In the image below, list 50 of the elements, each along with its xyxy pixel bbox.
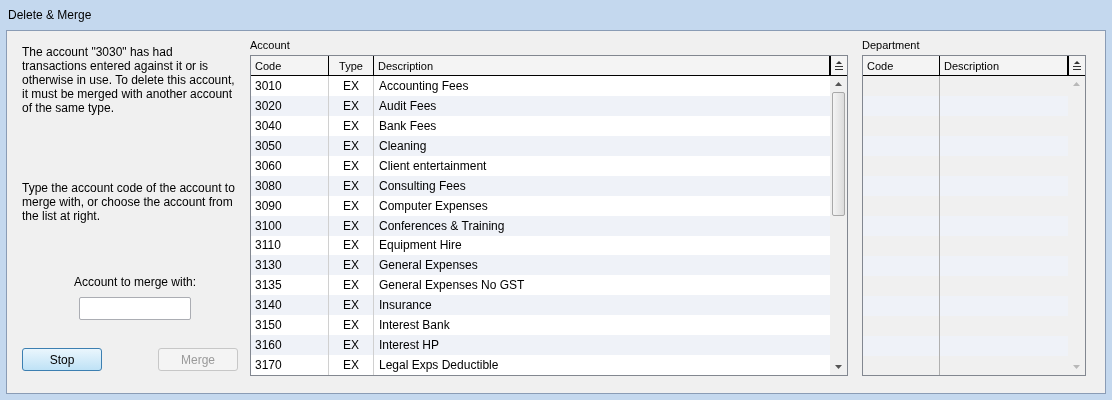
merge-field-label: Account to merge with: [73, 274, 197, 291]
table-cell: 3010 [251, 76, 329, 96]
column-chooser-icon [835, 61, 843, 70]
table-cell-text: General Expenses No GST [378, 277, 526, 295]
window-title: Delete & Merge [7, 7, 93, 24]
department-table-title: Department [862, 38, 921, 53]
table-cell: EX [329, 155, 374, 176]
table-cell-text: Equipment Hire [378, 237, 463, 255]
table-cell: 3050 [251, 135, 329, 156]
stop-button[interactable]: Stop [22, 348, 102, 371]
account-table-title: Account [250, 38, 291, 53]
table-cell-text: Interest Bank [378, 317, 451, 335]
table-cell-text: Cleaning [378, 137, 428, 155]
table-cell-text: Computer Expenses [378, 197, 489, 215]
table-cell: 3020 [251, 95, 329, 116]
table-cell-text: Bank Fees [378, 117, 438, 135]
column-header[interactable]: Code [863, 56, 940, 75]
table-cell-text: Insurance [378, 297, 433, 315]
scrollbar[interactable] [830, 76, 847, 375]
table-cell: 3080 [251, 175, 329, 196]
column-header[interactable]: Type [329, 56, 374, 75]
table-cell: EX [329, 195, 374, 216]
table-cell-text: Audit Fees [378, 97, 438, 115]
table-cell-text: General Expenses [378, 257, 479, 275]
column-chooser-icon [1073, 61, 1081, 70]
table-cell-text: Accounting Fees [378, 77, 470, 95]
merge-instruction: Type the account code of the account to merge with, or choose the account from the list at right. [22, 181, 236, 223]
table-cell: EX [329, 115, 374, 136]
table-cell: EX [329, 135, 374, 156]
table-cell: 3040 [251, 115, 329, 136]
table-cell: 3090 [251, 195, 329, 216]
scroll-down-icon[interactable] [835, 365, 842, 369]
table-cell-text: Conferences & Training [378, 217, 506, 235]
table-cell-text: Interest HP [378, 337, 441, 355]
table-cell: 3060 [251, 155, 329, 176]
scroll-thumb[interactable] [832, 92, 845, 216]
table-cell-text: Legal Exps Deductible [378, 357, 500, 375]
table-cell: EX [329, 215, 374, 236]
table-cell-text: Client entertainment [378, 157, 488, 175]
merge-account-field[interactable] [79, 297, 191, 320]
table-cell-text: Consulting Fees [378, 177, 467, 195]
table-cell: 3170 [251, 355, 329, 375]
scroll-up-icon[interactable] [835, 82, 842, 86]
table-cell: EX [329, 76, 374, 96]
table-cell: EX [329, 95, 374, 116]
table-cell: EX [329, 175, 374, 196]
table-cell: 3100 [251, 215, 329, 236]
table-cell: EX [329, 355, 374, 375]
column-header[interactable]: Code [251, 56, 329, 75]
account-in-use-message: The account "3030" has had transactions entered against it or is otherwise in use. To delete this account, it must be merged with another account of the same type. [22, 45, 236, 115]
